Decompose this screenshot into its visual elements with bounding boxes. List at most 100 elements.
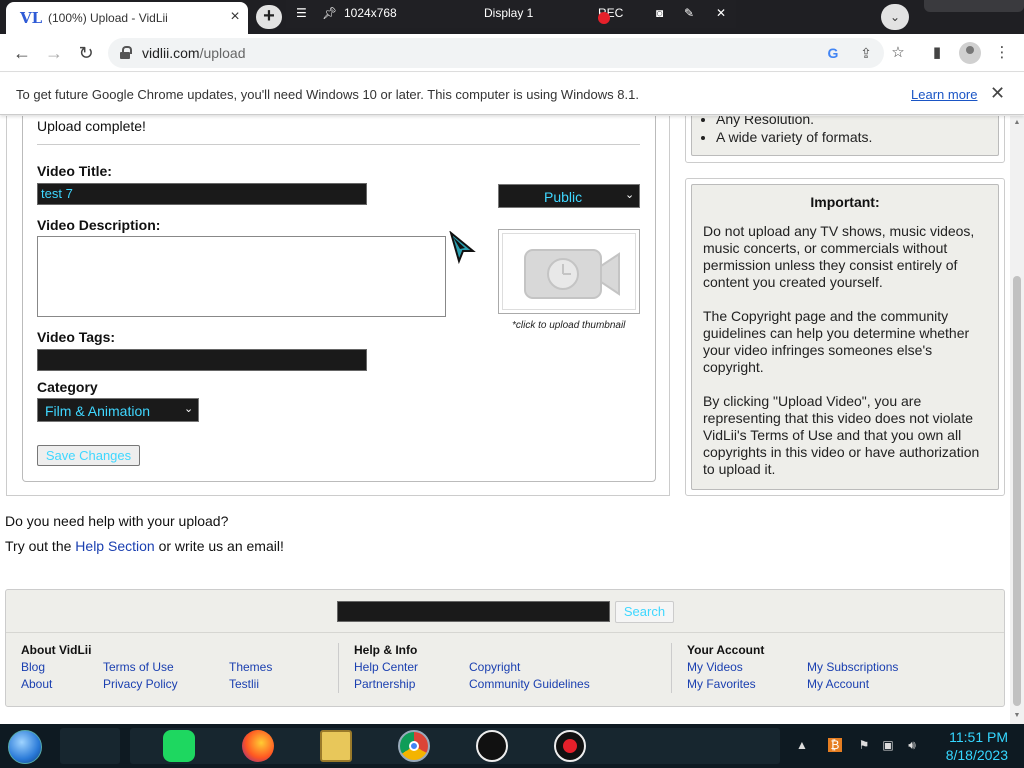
video-title-input[interactable]: test 7: [37, 183, 367, 205]
footer-link-copyright[interactable]: Copyright: [469, 660, 520, 674]
footer-link-about[interactable]: About: [21, 677, 52, 691]
url-text[interactable]: vidlii.com/upload: [142, 45, 246, 61]
reload-icon[interactable]: ↻: [74, 41, 98, 65]
windows-taskbar: ▲ ₿ ⚑ ▣ 🔊︎ 11:51 PM 8/18/2023: [0, 724, 1024, 768]
important-paragraph: The Copyright page and the community gui…: [703, 308, 970, 375]
footer-link-help-center[interactable]: Help Center: [354, 660, 418, 674]
video-camera-icon: [524, 249, 620, 299]
footer-link-guidelines[interactable]: Community Guidelines: [469, 677, 590, 691]
page-content: Upload complete! Video Title: test 7 Pub…: [0, 116, 1010, 724]
infobar-message: To get future Google Chrome updates, you…: [16, 87, 639, 102]
record-dot-icon: [598, 12, 610, 24]
back-arrow-icon[interactable]: ←: [10, 41, 34, 65]
new-tab-button[interactable]: +: [256, 5, 282, 29]
forward-arrow-icon[interactable]: →: [42, 41, 66, 65]
scrollbar-thumb[interactable]: [1013, 276, 1021, 706]
video-description-label: Video Description:: [37, 217, 161, 233]
browser-tab[interactable]: VL (100%) Upload - VidLii ×: [6, 2, 248, 34]
browser-tab-strip: VL (100%) Upload - VidLii × + ☰ 📌︎ 1024x…: [0, 0, 1024, 34]
action-center-flag-icon[interactable]: ⚑: [857, 738, 871, 752]
footer-search-input[interactable]: [337, 601, 610, 622]
important-paragraph: Do not upload any TV shows, music videos…: [703, 223, 975, 290]
spotify-app-icon[interactable]: [163, 730, 195, 762]
recorder-display[interactable]: Display 1: [484, 6, 533, 20]
record-button[interactable]: REC: [598, 6, 623, 24]
chrome-app-icon[interactable]: [398, 730, 430, 762]
footer-link-partnership[interactable]: Partnership: [354, 677, 415, 691]
vidlii-favicon-icon: VL: [20, 9, 43, 27]
window-edge: [924, 0, 1024, 12]
recorder-close-icon[interactable]: ✕: [716, 6, 726, 20]
profile-avatar-icon[interactable]: [959, 42, 981, 64]
video-tags-input[interactable]: [37, 349, 367, 371]
lock-icon[interactable]: [120, 46, 132, 60]
footer-link-testlii[interactable]: Testlii: [229, 677, 259, 691]
important-paragraph: By clicking "Upload Video", you are repr…: [703, 393, 980, 477]
features-list: Any Resolution. A wide variety of format…: [716, 116, 872, 147]
footer-separator: [338, 643, 339, 693]
footer-link-my-favorites[interactable]: My Favorites: [687, 677, 756, 691]
thumbnail-upload-box[interactable]: [498, 229, 640, 314]
clock-date: 8/18/2023: [945, 747, 1008, 763]
wolf-app-icon[interactable]: [476, 730, 508, 762]
feature-item: Any Resolution.: [716, 116, 872, 127]
side-panel-icon[interactable]: ▮: [926, 42, 948, 64]
infobar-close-icon[interactable]: ✕: [990, 83, 1005, 104]
address-bar[interactable]: vidlii.com/upload G ⇪: [108, 38, 884, 68]
pen-icon[interactable]: ✎: [684, 6, 694, 20]
tray-overflow-icon[interactable]: ▲: [795, 738, 809, 752]
upload-status: Upload complete!: [37, 118, 146, 134]
footer-separator: [671, 643, 672, 693]
video-title-label: Video Title:: [37, 163, 112, 179]
share-icon[interactable]: ⇪: [856, 43, 876, 63]
tray-app-icon[interactable]: ₿: [828, 738, 842, 752]
save-changes-button[interactable]: Save Changes: [37, 445, 140, 466]
category-value: Film & Animation: [45, 403, 151, 419]
privacy-select[interactable]: Public ⌄: [498, 184, 640, 208]
help-section-link[interactable]: Help Section: [75, 538, 154, 554]
important-inner: Important: Do not upload any TV shows, m…: [691, 184, 999, 490]
more-menu-icon[interactable]: ⋮: [991, 42, 1013, 64]
footer-divider: [6, 632, 1004, 633]
help-suffix: or write us an email!: [154, 538, 284, 554]
footer-link-my-account[interactable]: My Account: [807, 677, 869, 691]
features-inner: Any Resolution. A wide variety of format…: [691, 116, 999, 156]
file-explorer-app-icon[interactable]: [320, 730, 352, 762]
camera-icon[interactable]: ◙: [656, 6, 663, 20]
bookmark-star-icon[interactable]: ☆: [887, 42, 909, 64]
footer-link-themes[interactable]: Themes: [229, 660, 272, 674]
help-question: Do you need help with your upload?: [5, 513, 229, 529]
recorder-app-icon[interactable]: [554, 730, 586, 762]
network-icon[interactable]: ▣: [881, 738, 895, 752]
footer-link-my-subscriptions[interactable]: My Subscriptions: [807, 660, 898, 674]
pin-icon[interactable]: 📌︎: [322, 6, 337, 20]
google-icon[interactable]: G: [823, 43, 843, 63]
tab-title: (100%) Upload - VidLii: [48, 11, 168, 25]
footer-help-title: Help & Info: [354, 643, 418, 657]
footer-link-terms[interactable]: Terms of Use: [103, 660, 174, 674]
mouse-cursor-icon: [449, 231, 476, 265]
volume-icon[interactable]: 🔊︎: [905, 738, 919, 752]
recorder-resolution: 1024x768: [344, 6, 397, 20]
scroll-up-icon[interactable]: ▲: [1013, 119, 1021, 127]
start-button-icon[interactable]: [8, 730, 42, 764]
page-scrollbar[interactable]: ▲ ▼: [1010, 116, 1024, 724]
system-clock[interactable]: 11:51 PM 8/18/2023: [938, 728, 1008, 764]
scroll-down-icon[interactable]: ▼: [1013, 712, 1021, 720]
category-select[interactable]: Film & Animation ⌄: [37, 398, 199, 422]
footer-link-privacy[interactable]: Privacy Policy: [103, 677, 178, 691]
url-host: vidlii.com: [142, 45, 200, 61]
features-box: Any Resolution. A wide variety of format…: [685, 116, 1005, 163]
footer-about-title: About VidLii: [21, 643, 92, 657]
footer-link-my-videos[interactable]: My Videos: [687, 660, 743, 674]
thumbnail-frame: [502, 233, 636, 310]
tab-close-icon[interactable]: ×: [226, 8, 244, 26]
footer-search-button[interactable]: Search: [615, 601, 674, 623]
video-description-textarea[interactable]: [37, 236, 446, 317]
footer-link-blog[interactable]: Blog: [21, 660, 45, 674]
firefox-app-icon[interactable]: [242, 730, 274, 762]
menu-icon[interactable]: ☰: [296, 6, 307, 20]
learn-more-link[interactable]: Learn more: [911, 87, 977, 102]
thumbnail-caption: *click to upload thumbnail: [512, 320, 626, 331]
tab-search-chevron-down-icon[interactable]: ⌄: [881, 4, 909, 30]
